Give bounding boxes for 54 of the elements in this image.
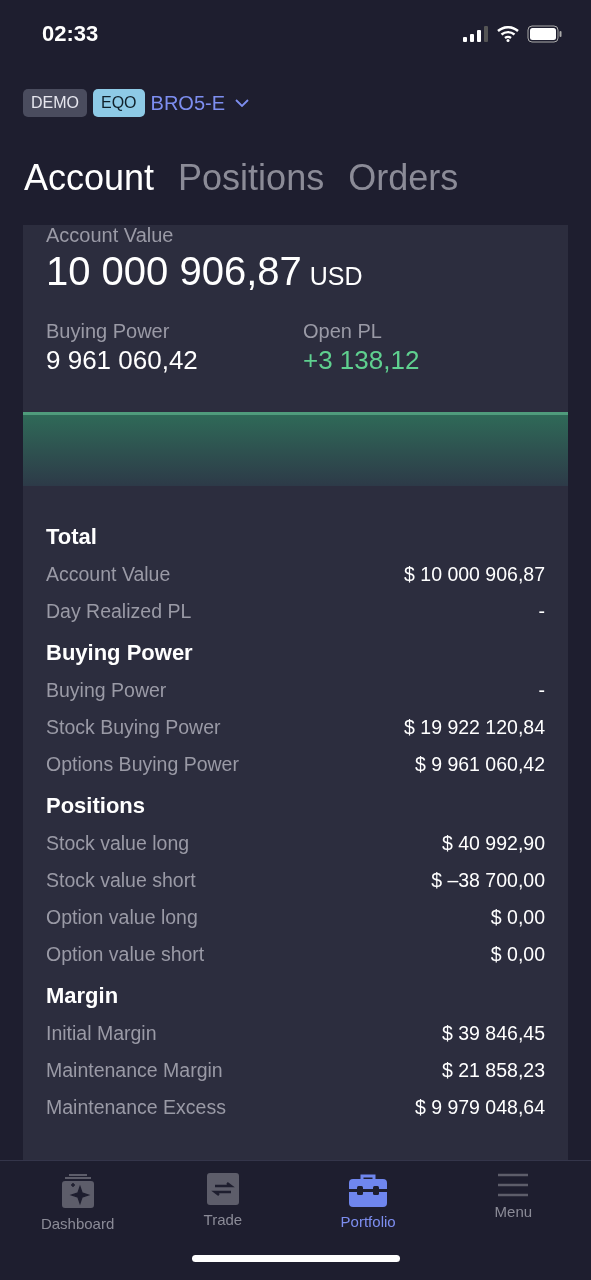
summary-label: Account Value [46,225,175,247]
row-label: Maintenance Excess [46,1096,226,1119]
menu-icon [498,1173,529,1197]
row-value: $ 21 858,23 [442,1059,545,1082]
chevron-down-icon [235,99,250,107]
row-value: $ 10 000 906,87 [404,563,545,586]
account-value: 10 000 906,87 [46,249,302,294]
tab[interactable]: Account [24,155,155,201]
nav-tab[interactable]: Portfolio [295,1161,441,1232]
currency: USD [309,262,363,291]
section-title: Buying Power [46,639,194,667]
stat-label: Open PL [303,320,383,343]
account-badge: EQO [93,89,145,117]
row-label: Stock Buying Power [46,716,221,739]
row-value: $ 9 979 048,64 [414,1096,545,1119]
row-value: - [538,679,545,702]
row-label: Option value long [46,906,198,929]
row-label: Option value short [46,943,205,966]
signal-icon [463,26,489,42]
account-selector[interactable]: BRO5-E [150,91,250,115]
swap-icon [206,1173,239,1205]
row-value: $ 0,00 [490,906,545,929]
battery-icon [527,25,563,43]
row-value: $ 40 992,90 [442,832,545,855]
row-label: Stock value long [46,832,190,855]
tab[interactable]: Orders [348,155,459,201]
row-label: Options Buying Power [46,753,239,776]
nav-tab[interactable]: Dashboard [5,1161,151,1232]
row-value: $ 9 961 060,42 [414,753,545,776]
section-title: Margin [46,982,120,1010]
row-value: - [538,600,545,623]
row-label: Maintenance Margin [46,1059,223,1082]
row-label: Day Realized PL [46,600,192,623]
row-label: Stock value short [46,869,196,892]
section-title: Positions [46,792,146,820]
row-value: $ 39 846,45 [442,1022,545,1045]
row-label: Account Value [46,563,171,586]
briefcase-icon [349,1173,388,1207]
status-time: 02:33 [42,21,99,47]
nav-tab[interactable]: Menu [440,1161,586,1232]
section-title: Total [46,523,98,551]
row-value: $ –38 700,00 [431,869,545,892]
row-value: $ 19 922 120,84 [404,716,545,739]
account-badge: DEMO [23,89,87,117]
row-label: Buying Power [46,679,167,702]
row-value: $ 0,00 [490,943,545,966]
nav-tab[interactable]: Trade [150,1161,296,1232]
stat-value: +3 138,12 [303,345,421,376]
wifi-icon [497,26,519,42]
sparkle-icon [59,1173,96,1209]
tab[interactable]: Positions [178,155,325,201]
stat-value: 9 961 060,42 [46,345,199,376]
stat-label: Buying Power [46,320,171,343]
row-label: Initial Margin [46,1022,157,1045]
